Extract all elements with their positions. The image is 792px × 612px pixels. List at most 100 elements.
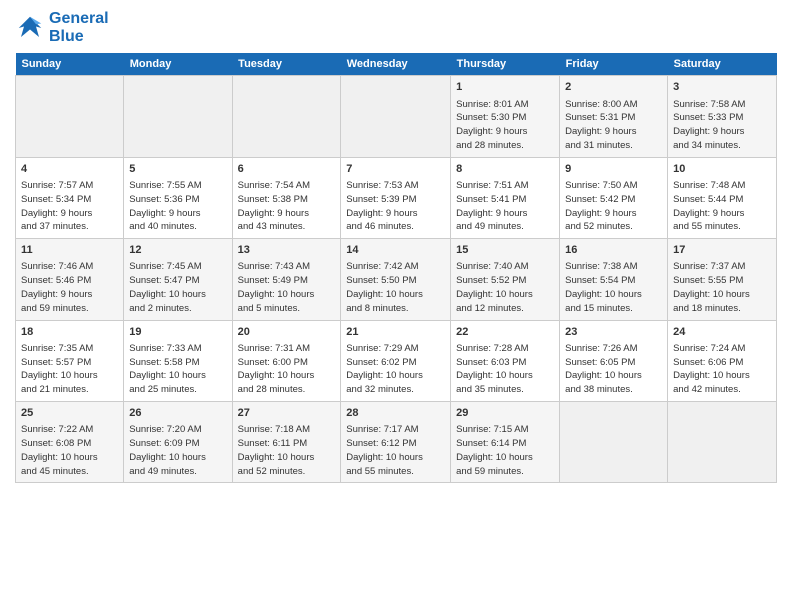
logo-icon (15, 13, 45, 43)
day-info: Sunrise: 7:46 AM Sunset: 5:46 PM Dayligh… (21, 260, 118, 315)
day-number: 18 (21, 325, 118, 340)
weekday-header-friday: Friday (560, 53, 668, 76)
calendar-cell: 12 Sunrise: 7:45 AM Sunset: 5:47 PM Dayli… (124, 239, 232, 320)
day-info: Sunrise: 7:54 AM Sunset: 5:38 PM Dayligh… (238, 179, 336, 234)
day-number: 19 (129, 325, 226, 340)
day-number: 28 (346, 406, 445, 421)
day-info: Sunrise: 7:38 AM Sunset: 5:54 PM Dayligh… (565, 260, 662, 315)
calendar-cell: 8 Sunrise: 7:51 AM Sunset: 5:41 PM Daylig… (451, 157, 560, 238)
calendar-cell: 25 Sunrise: 7:22 AM Sunset: 6:08 PM Dayli… (16, 402, 124, 483)
day-number: 26 (129, 406, 226, 421)
calendar-cell (341, 76, 451, 157)
day-info: Sunrise: 7:29 AM Sunset: 6:02 PM Dayligh… (346, 342, 445, 397)
day-number: 29 (456, 406, 554, 421)
day-number: 22 (456, 325, 554, 340)
day-number: 4 (21, 162, 118, 177)
day-number: 20 (238, 325, 336, 340)
weekday-header-tuesday: Tuesday (232, 53, 341, 76)
weekday-header-sunday: Sunday (16, 53, 124, 76)
day-info: Sunrise: 7:20 AM Sunset: 6:09 PM Dayligh… (129, 423, 226, 478)
calendar-cell: 10 Sunrise: 7:48 AM Sunset: 5:44 PM Dayli… (668, 157, 777, 238)
calendar-cell: 29 Sunrise: 7:15 AM Sunset: 6:14 PM Dayli… (451, 402, 560, 483)
calendar-cell: 27 Sunrise: 7:18 AM Sunset: 6:11 PM Dayli… (232, 402, 341, 483)
calendar-week-4: 25 Sunrise: 7:22 AM Sunset: 6:08 PM Dayli… (16, 402, 777, 483)
calendar-cell: 1 Sunrise: 8:01 AM Sunset: 5:30 PM Daylig… (451, 76, 560, 157)
day-info: Sunrise: 7:51 AM Sunset: 5:41 PM Dayligh… (456, 179, 554, 234)
day-number: 16 (565, 243, 662, 258)
day-number: 14 (346, 243, 445, 258)
calendar-cell: 24 Sunrise: 7:24 AM Sunset: 6:06 PM Dayli… (668, 320, 777, 401)
weekday-header-row: SundayMondayTuesdayWednesdayThursdayFrid… (16, 53, 777, 76)
calendar-week-3: 18 Sunrise: 7:35 AM Sunset: 5:57 PM Dayli… (16, 320, 777, 401)
weekday-header-saturday: Saturday (668, 53, 777, 76)
weekday-header-wednesday: Wednesday (341, 53, 451, 76)
calendar-cell: 18 Sunrise: 7:35 AM Sunset: 5:57 PM Dayli… (16, 320, 124, 401)
day-number: 15 (456, 243, 554, 258)
day-number: 27 (238, 406, 336, 421)
day-info: Sunrise: 7:45 AM Sunset: 5:47 PM Dayligh… (129, 260, 226, 315)
day-info: Sunrise: 7:15 AM Sunset: 6:14 PM Dayligh… (456, 423, 554, 478)
calendar-cell: 7Sunrise: 7:53 AM Sunset: 5:39 PM Daylig… (341, 157, 451, 238)
calendar-cell (232, 76, 341, 157)
calendar-cell: 6Sunrise: 7:54 AM Sunset: 5:38 PM Daylig… (232, 157, 341, 238)
day-number: 24 (673, 325, 771, 340)
calendar-cell: 4 Sunrise: 7:57 AM Sunset: 5:34 PM Daylig… (16, 157, 124, 238)
day-info: Sunrise: 7:22 AM Sunset: 6:08 PM Dayligh… (21, 423, 118, 478)
page-container: General Blue SundayMondayTuesdayWednesda… (0, 0, 792, 488)
calendar-cell (668, 402, 777, 483)
calendar-cell: 21 Sunrise: 7:29 AM Sunset: 6:02 PM Dayli… (341, 320, 451, 401)
day-number: 17 (673, 243, 771, 258)
day-number: 3 (673, 80, 771, 95)
day-info: Sunrise: 7:17 AM Sunset: 6:12 PM Dayligh… (346, 423, 445, 478)
calendar-cell: 17 Sunrise: 7:37 AM Sunset: 5:55 PM Dayli… (668, 239, 777, 320)
calendar-cell: 28 Sunrise: 7:17 AM Sunset: 6:12 PM Dayli… (341, 402, 451, 483)
calendar-cell: 20 Sunrise: 7:31 AM Sunset: 6:00 PM Dayli… (232, 320, 341, 401)
day-number: 10 (673, 162, 771, 177)
day-info: Sunrise: 7:40 AM Sunset: 5:52 PM Dayligh… (456, 260, 554, 315)
day-info: Sunrise: 7:57 AM Sunset: 5:34 PM Dayligh… (21, 179, 118, 234)
day-info: Sunrise: 7:31 AM Sunset: 6:00 PM Dayligh… (238, 342, 336, 397)
calendar-cell: 5 Sunrise: 7:55 AM Sunset: 5:36 PM Daylig… (124, 157, 232, 238)
day-info: Sunrise: 7:37 AM Sunset: 5:55 PM Dayligh… (673, 260, 771, 315)
day-number: 21 (346, 325, 445, 340)
calendar-cell: 3Sunrise: 7:58 AM Sunset: 5:33 PM Daylig… (668, 76, 777, 157)
calendar-week-2: 11Sunrise: 7:46 AM Sunset: 5:46 PM Dayli… (16, 239, 777, 320)
calendar-cell (124, 76, 232, 157)
day-number: 2 (565, 80, 662, 95)
header: General Blue (15, 10, 777, 45)
day-number: 13 (238, 243, 336, 258)
day-number: 5 (129, 162, 226, 177)
day-info: Sunrise: 7:26 AM Sunset: 6:05 PM Dayligh… (565, 342, 662, 397)
calendar-cell: 14 Sunrise: 7:42 AM Sunset: 5:50 PM Dayli… (341, 239, 451, 320)
day-info: Sunrise: 7:43 AM Sunset: 5:49 PM Dayligh… (238, 260, 336, 315)
calendar-cell: 26 Sunrise: 7:20 AM Sunset: 6:09 PM Dayli… (124, 402, 232, 483)
day-info: Sunrise: 7:53 AM Sunset: 5:39 PM Dayligh… (346, 179, 445, 234)
weekday-header-thursday: Thursday (451, 53, 560, 76)
day-number: 23 (565, 325, 662, 340)
day-info: Sunrise: 7:24 AM Sunset: 6:06 PM Dayligh… (673, 342, 771, 397)
calendar-cell: 11Sunrise: 7:46 AM Sunset: 5:46 PM Dayli… (16, 239, 124, 320)
day-info: Sunrise: 7:35 AM Sunset: 5:57 PM Dayligh… (21, 342, 118, 397)
logo: General Blue (15, 10, 109, 45)
calendar-week-0: 1 Sunrise: 8:01 AM Sunset: 5:30 PM Daylig… (16, 76, 777, 157)
day-number: 25 (21, 406, 118, 421)
calendar-cell: 13 Sunrise: 7:43 AM Sunset: 5:49 PM Dayli… (232, 239, 341, 320)
day-number: 8 (456, 162, 554, 177)
day-info: Sunrise: 7:55 AM Sunset: 5:36 PM Dayligh… (129, 179, 226, 234)
calendar-cell: 22 Sunrise: 7:28 AM Sunset: 6:03 PM Dayli… (451, 320, 560, 401)
day-info: Sunrise: 7:18 AM Sunset: 6:11 PM Dayligh… (238, 423, 336, 478)
day-info: Sunrise: 7:50 AM Sunset: 5:42 PM Dayligh… (565, 179, 662, 234)
day-number: 12 (129, 243, 226, 258)
day-info: Sunrise: 8:01 AM Sunset: 5:30 PM Dayligh… (456, 98, 554, 153)
day-info: Sunrise: 7:42 AM Sunset: 5:50 PM Dayligh… (346, 260, 445, 315)
calendar-cell: 15 Sunrise: 7:40 AM Sunset: 5:52 PM Dayli… (451, 239, 560, 320)
calendar-cell: 16 Sunrise: 7:38 AM Sunset: 5:54 PM Dayli… (560, 239, 668, 320)
calendar-week-1: 4 Sunrise: 7:57 AM Sunset: 5:34 PM Daylig… (16, 157, 777, 238)
day-info: Sunrise: 7:48 AM Sunset: 5:44 PM Dayligh… (673, 179, 771, 234)
day-info: Sunrise: 7:28 AM Sunset: 6:03 PM Dayligh… (456, 342, 554, 397)
day-number: 9 (565, 162, 662, 177)
logo-text: General Blue (49, 10, 109, 45)
calendar-table: SundayMondayTuesdayWednesdayThursdayFrid… (15, 53, 777, 483)
day-number: 1 (456, 80, 554, 95)
day-info: Sunrise: 7:33 AM Sunset: 5:58 PM Dayligh… (129, 342, 226, 397)
